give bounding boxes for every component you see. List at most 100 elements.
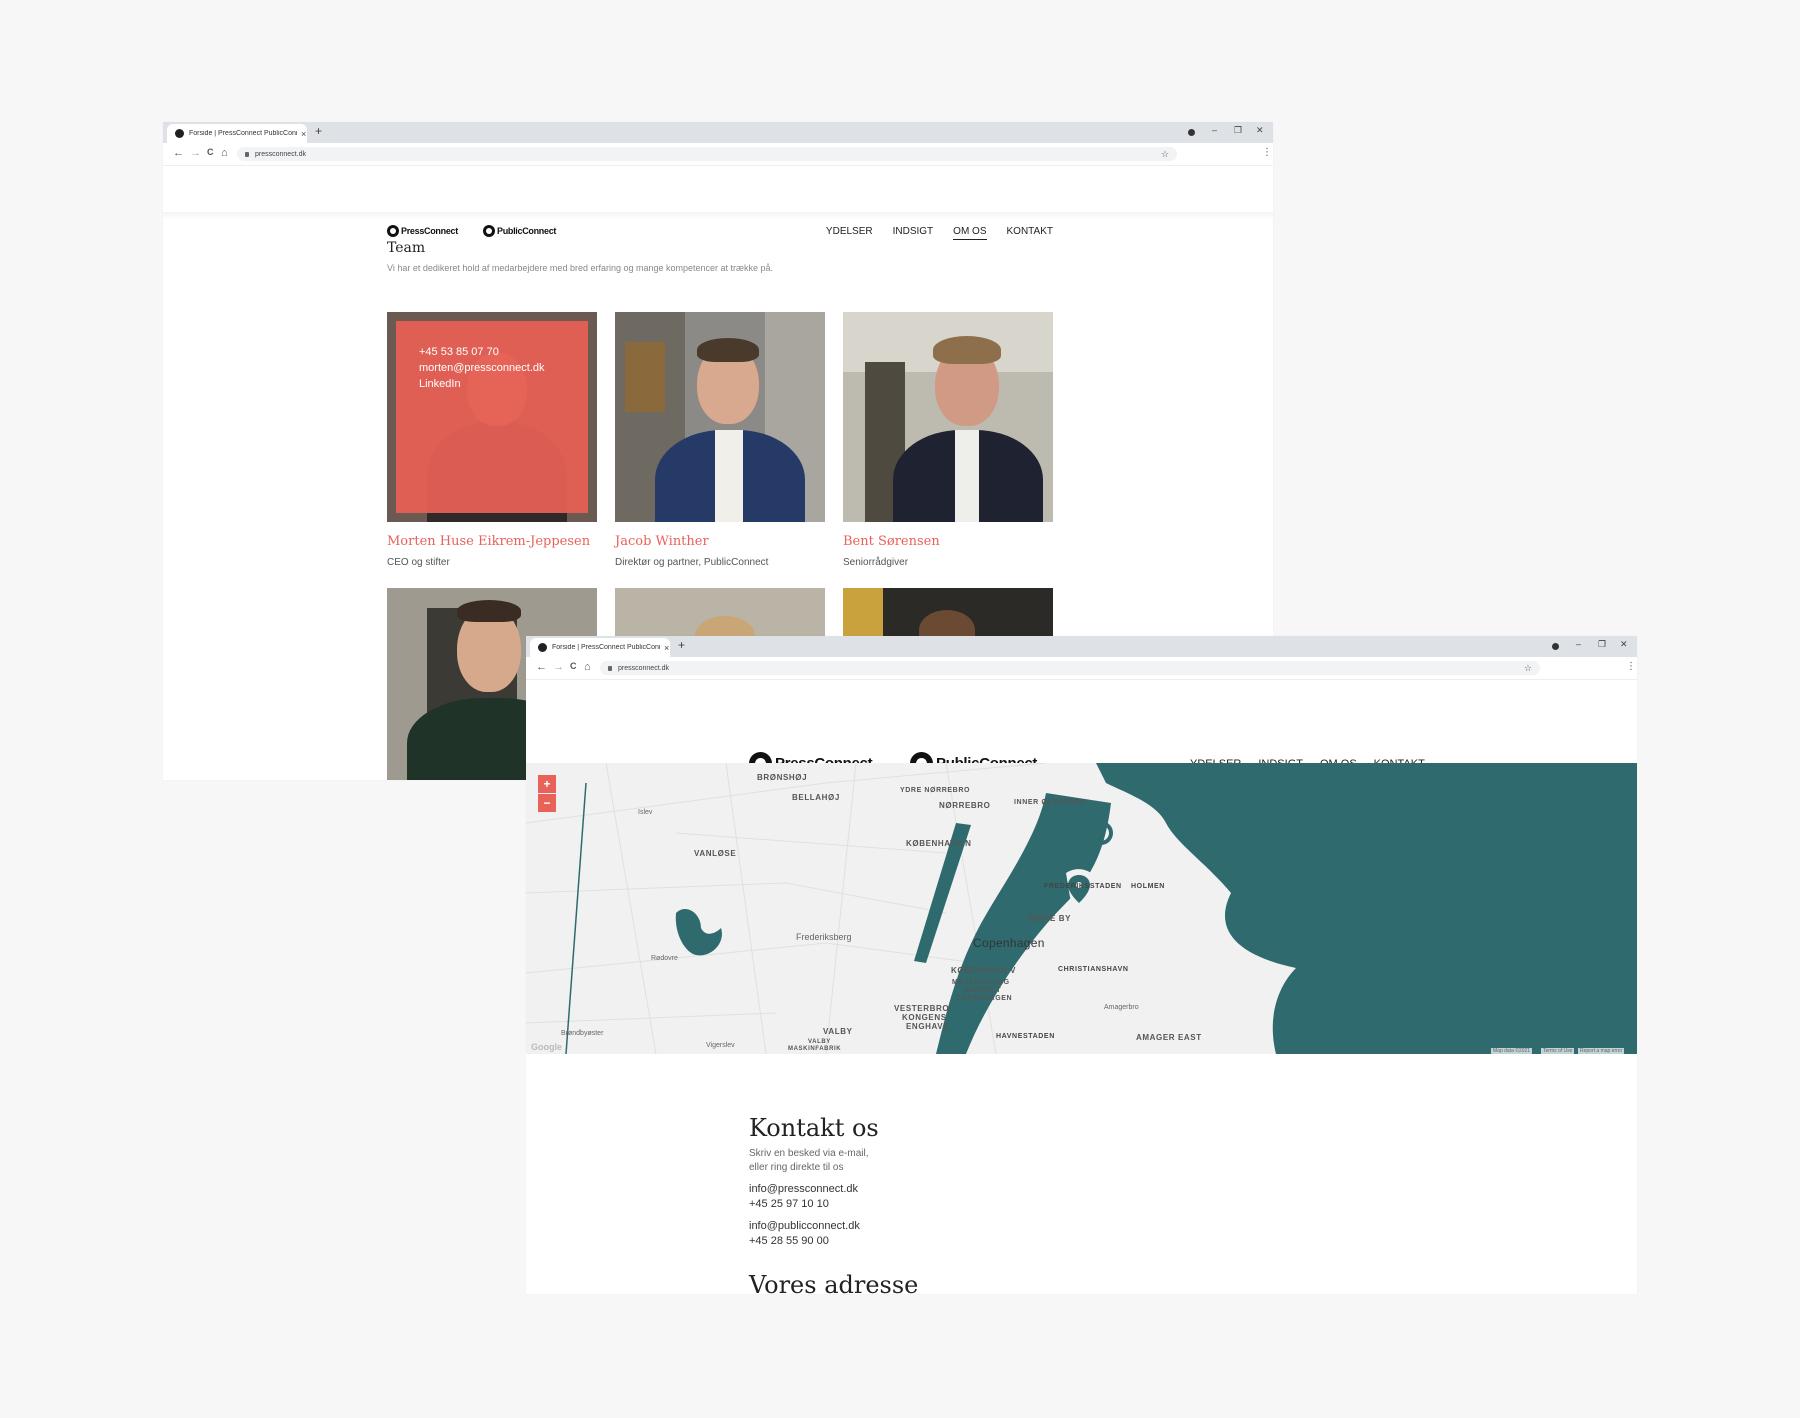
main-nav: YDELSER INDSIGT OM OS KONTAKT bbox=[826, 226, 1053, 240]
close-tab-icon[interactable]: × bbox=[664, 643, 669, 653]
new-tab-button[interactable]: + bbox=[315, 124, 322, 138]
browser-tab[interactable]: Forside | PressConnect PublicConnect × bbox=[530, 638, 670, 657]
close-window-button[interactable]: ✕ bbox=[1256, 125, 1264, 136]
browser-menu-icon[interactable]: ⋮ bbox=[1626, 661, 1636, 672]
home-button[interactable]: ⌂ bbox=[221, 147, 228, 159]
map-label-valby-maskinfabrik-1: VALBY bbox=[808, 1039, 831, 1045]
map-label-indre-by: INDRE BY bbox=[1028, 914, 1072, 923]
nav-ydelser[interactable]: YDELSER bbox=[826, 226, 873, 240]
map-label-havnestaden: HAVNESTADEN bbox=[996, 1033, 1055, 1040]
nav-indsigt[interactable]: INDSIGT bbox=[893, 226, 934, 240]
nav-om-os[interactable]: OM OS bbox=[953, 226, 987, 240]
address-bar[interactable]: pressconnect.dk ☆ bbox=[237, 147, 1177, 161]
team-card-6[interactable] bbox=[843, 588, 1053, 638]
press-phone-link[interactable]: +45 25 97 10 10 bbox=[749, 1198, 829, 1210]
press-email-link[interactable]: info@pressconnect.dk bbox=[749, 1183, 858, 1195]
jacob-bg-door bbox=[625, 342, 665, 412]
forward-button[interactable]: → bbox=[190, 147, 201, 159]
zoom-out-button[interactable]: − bbox=[538, 794, 556, 812]
member6-hair bbox=[919, 610, 975, 638]
member-role-morten: CEO og stifter bbox=[387, 557, 450, 568]
map-attribution-report[interactable]: Report a map error bbox=[1578, 1048, 1625, 1054]
morten-phone[interactable]: +45 53 85 07 70 bbox=[419, 346, 499, 358]
amager-coast bbox=[1166, 883, 1226, 1054]
restore-button[interactable]: ❐ bbox=[1598, 639, 1606, 650]
tab-strip: Forside | PressConnect PublicConnect × +… bbox=[526, 636, 1637, 657]
map-label-amager-east: AMAGER EAST bbox=[1136, 1033, 1202, 1042]
browser-toolbar: ← → C ⌂ pressconnect.dk ☆ ⋮ bbox=[526, 657, 1637, 680]
favicon-icon bbox=[175, 129, 184, 138]
nav-kontakt[interactable]: KONTAKT bbox=[1007, 226, 1053, 240]
browser-menu-icon[interactable]: ⋮ bbox=[1262, 147, 1272, 158]
team-card-bent[interactable] bbox=[843, 312, 1053, 522]
site-header: PressConnect PublicConnect YDELSER INDSI… bbox=[163, 166, 1273, 240]
member-name-morten[interactable]: Morten Huse Eikrem-Jeppesen bbox=[387, 534, 590, 549]
home-button[interactable]: ⌂ bbox=[584, 661, 591, 673]
contact-title: Kontakt os bbox=[749, 1114, 879, 1142]
map[interactable]: + − BRØNSHØJ BELLAHØJ YDRE NØRREBRO NØRR… bbox=[526, 763, 1637, 1054]
pressconnect-logo-text: PressConnect bbox=[401, 226, 458, 236]
reload-button[interactable]: C bbox=[570, 661, 577, 671]
back-button[interactable]: ← bbox=[536, 661, 547, 673]
public-email-link[interactable]: info@publicconnect.dk bbox=[749, 1220, 860, 1232]
header-shadow bbox=[163, 212, 1273, 220]
map-label-bellahoj: BELLAHØJ bbox=[792, 793, 840, 802]
url-text: pressconnect.dk bbox=[255, 150, 306, 158]
lock-icon bbox=[608, 665, 612, 671]
bent-shirt bbox=[955, 430, 979, 522]
morten-linkedin[interactable]: LinkedIn bbox=[419, 378, 461, 390]
zoom-in-button[interactable]: + bbox=[538, 775, 556, 793]
bookmark-star-icon[interactable]: ☆ bbox=[1524, 663, 1532, 674]
map-attribution-terms[interactable]: Terms of Use bbox=[1541, 1048, 1575, 1054]
map-label-vanlose: VANLØSE bbox=[694, 849, 737, 858]
tab-title: Forside | PressConnect PublicConnect bbox=[552, 644, 660, 651]
map-label-vesterbro-2: KONGENS bbox=[902, 1013, 947, 1022]
browser-toolbar: ← → C ⌂ pressconnect.dk ☆ ⋮ bbox=[163, 143, 1273, 166]
new-tab-button[interactable]: + bbox=[678, 638, 685, 652]
bent-hair bbox=[933, 336, 1001, 364]
site-header: PressConnect PublicConnect YDELSER INDSI… bbox=[526, 680, 1637, 775]
map-label-holmen: HOLMEN bbox=[1131, 883, 1165, 890]
restore-button[interactable]: ❐ bbox=[1234, 125, 1242, 136]
map-label-amagerbro: Amagerbro bbox=[1104, 1004, 1139, 1011]
team-subtitle: Vi har et dedikeret hold af medarbejdere… bbox=[387, 263, 774, 273]
jacob-hair bbox=[697, 338, 759, 362]
team-title: Team bbox=[387, 240, 426, 256]
team-card-5[interactable] bbox=[615, 588, 825, 638]
map-label-ydre-norrebro: YDRE NØRREBRO bbox=[900, 787, 971, 794]
lock-icon bbox=[245, 151, 249, 157]
member-name-jacob[interactable]: Jacob Winther bbox=[615, 534, 709, 549]
back-button[interactable]: ← bbox=[173, 147, 184, 159]
map-label-frederiksstaden: FREDERIKSSTADEN bbox=[1044, 883, 1122, 890]
publicconnect-logo[interactable]: PublicConnect bbox=[483, 225, 556, 237]
member-name-bent[interactable]: Bent Sørensen bbox=[843, 534, 940, 549]
minimize-button[interactable]: – bbox=[1212, 125, 1217, 135]
morten-email[interactable]: morten@pressconnect.dk bbox=[419, 362, 545, 374]
reload-button[interactable]: C bbox=[207, 147, 214, 157]
pressconnect-logo[interactable]: PressConnect bbox=[387, 225, 458, 237]
map-label-valby: VALBY bbox=[823, 1027, 853, 1036]
map-label-vesterbro-1: VESTERBRO/ bbox=[894, 1004, 953, 1013]
close-tab-icon[interactable]: × bbox=[301, 129, 306, 139]
jacob-photo bbox=[615, 312, 825, 522]
url-text: pressconnect.dk bbox=[618, 664, 669, 672]
team-card-jacob[interactable] bbox=[615, 312, 825, 522]
map-label-copenhagen: Copenhagen bbox=[973, 936, 1045, 950]
team-card-morten[interactable]: +45 53 85 07 70 morten@pressconnect.dk L… bbox=[387, 312, 597, 522]
map-label-meatpacking-2: DISTRICT bbox=[964, 987, 1002, 994]
pressconnect-logo-icon bbox=[387, 225, 399, 237]
close-window-button[interactable]: ✕ bbox=[1620, 639, 1628, 650]
address-bar[interactable]: pressconnect.dk ☆ bbox=[600, 661, 1540, 675]
forward-button[interactable]: → bbox=[553, 661, 564, 673]
google-logo[interactable]: Google bbox=[531, 1042, 562, 1052]
map-label-kobenhavn-n: KØBENHAVN N bbox=[906, 839, 972, 848]
member4-hair bbox=[457, 600, 521, 622]
member-role-bent: Seniorrådgiver bbox=[843, 557, 909, 568]
browser-tab[interactable]: Forside | PressConnect PublicConnect × bbox=[167, 124, 307, 143]
minimize-button[interactable]: – bbox=[1576, 639, 1581, 649]
map-label-brondbyoster: Brøndbyøster bbox=[561, 1030, 604, 1037]
public-phone-link[interactable]: +45 28 55 90 00 bbox=[749, 1235, 829, 1247]
jacob-shirt bbox=[715, 430, 743, 522]
contact-intro-1: Skriv en besked via e-mail, bbox=[749, 1148, 869, 1159]
bookmark-star-icon[interactable]: ☆ bbox=[1161, 149, 1169, 160]
